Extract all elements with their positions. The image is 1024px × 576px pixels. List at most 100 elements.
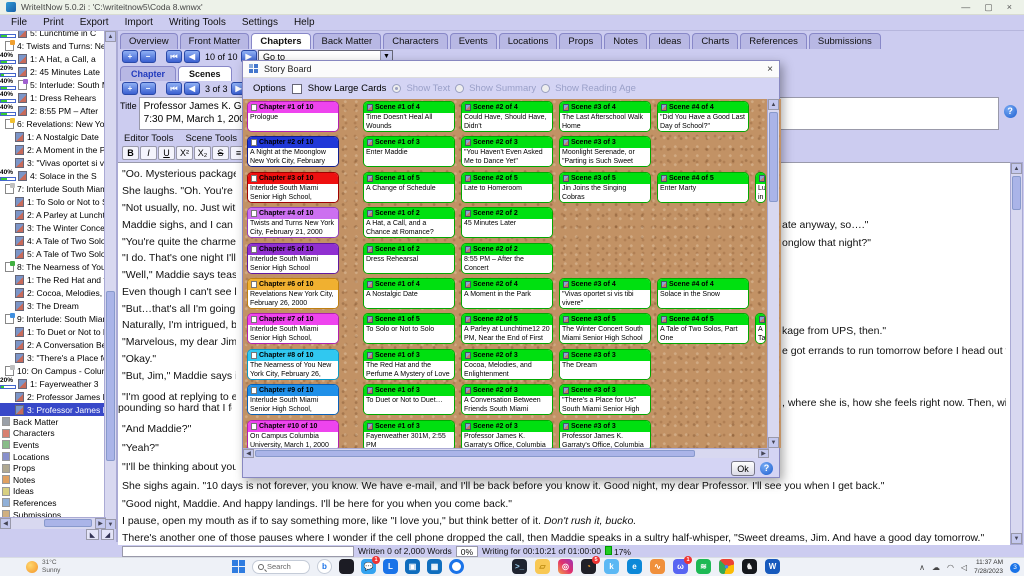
search-box[interactable]: Search <box>252 560 310 574</box>
tab-events[interactable]: Events <box>450 33 497 49</box>
dark-app-icon[interactable] <box>339 559 354 574</box>
editor-vertical-scrollbar[interactable]: ▲ ▼ <box>1010 162 1023 545</box>
scene-card-10-3[interactable]: Scene #3 of 3Professor James K. Garraty'… <box>559 420 651 448</box>
chapter-card-10[interactable]: Chapter #10 of 10On Campus Columbia Univ… <box>247 420 339 448</box>
minimize-button[interactable]: — <box>961 2 970 13</box>
chapter-card-1[interactable]: Chapter #1 of 10Prologue <box>247 101 339 132</box>
format-button-3[interactable]: X² <box>176 146 193 160</box>
radio-show-reading-age[interactable] <box>541 84 550 93</box>
subtab-chapter[interactable]: Chapter <box>120 66 176 81</box>
office-grid-icon[interactable]: ▦ <box>427 559 442 574</box>
chapter-card-6[interactable]: Chapter #6 of 10Revelations New York Cit… <box>247 278 339 309</box>
radio-show-summary[interactable] <box>455 84 464 93</box>
menu-writing-tools[interactable]: Writing Tools <box>162 16 233 29</box>
ok-button[interactable]: Ok <box>731 461 755 476</box>
help-icon[interactable]: ? <box>1004 105 1017 118</box>
menu-export[interactable]: Export <box>73 16 116 29</box>
sidebar-item-references[interactable]: References <box>0 497 106 509</box>
sidebar-item-props[interactable]: Props <box>0 462 106 474</box>
tree-item-2-cocoa-melodies-a[interactable]: 2: Cocoa, Melodies, a <box>0 286 106 299</box>
close-button[interactable]: × <box>1007 2 1012 13</box>
chapter-card-2[interactable]: Chapter #2 of 10A Night at the Moonglow … <box>247 136 339 167</box>
spotify-icon[interactable]: ≋ <box>696 559 711 574</box>
scene-card-1-1[interactable]: Scene #1 of 4Time Doesn't Heal All Wound… <box>363 101 455 132</box>
scene-card-6-3[interactable]: Scene #3 of 4"Vivas oportet si vis tibi … <box>559 278 651 309</box>
prev-chapter-button[interactable]: ◀ <box>184 50 200 63</box>
scene-card-7-3[interactable]: Scene #3 of 5The Winter Concert South Mi… <box>559 313 651 344</box>
chrome-icon[interactable]: ● <box>719 559 734 574</box>
scene-card-3-1[interactable]: Scene #1 of 5A Change of Schedule <box>363 172 455 203</box>
format-button-2[interactable]: U <box>158 146 175 160</box>
tree-item-6-revelations-new-york[interactable]: 6: Revelations: New York <box>0 117 106 130</box>
tree-item-3-the-winter-concer[interactable]: 3: The Winter Concer <box>0 221 106 234</box>
menu-print[interactable]: Print <box>36 16 71 29</box>
ring-app-icon[interactable] <box>449 559 464 574</box>
tree-item-10-on-campus-columb[interactable]: 10: On Campus - Columb <box>0 364 106 377</box>
collapse-panel-icon[interactable]: ◣ <box>86 529 99 540</box>
tree-item-1-dress-rehears[interactable]: 40%1: Dress Rehears <box>0 91 106 104</box>
tree-item-7-interlude-south-miami[interactable]: 7: Interlude South Miami <box>0 182 106 195</box>
scene-card-8-1[interactable]: Scene #1 of 3The Red Hat and the Perfume… <box>363 349 455 380</box>
format-button-5[interactable]: S <box>212 146 229 160</box>
editor-menu-editor-tools[interactable]: Editor Tools <box>124 133 173 144</box>
scroll-left-icon[interactable]: ◀ <box>0 518 11 529</box>
chapter-card-9[interactable]: Chapter #9 of 10Interlude South Miami Se… <box>247 384 339 415</box>
scene-card-3-2[interactable]: Scene #2 of 5Late to Homeroom <box>461 172 553 203</box>
menu-import[interactable]: Import <box>118 16 160 29</box>
tree-item-2-a-parley-at-lunchti[interactable]: 2: A Parley at Lunchti <box>0 208 106 221</box>
scene-card-6-4[interactable]: Scene #4 of 4Solace in the Snow <box>657 278 749 309</box>
add-chapter-button[interactable]: + <box>122 50 138 63</box>
tree-item-4-solace-in-the-s[interactable]: 40%4: Solace in the S <box>0 169 106 182</box>
start-button[interactable] <box>232 560 245 573</box>
chapter-card-8[interactable]: Chapter #8 of 10The Nearness of You New … <box>247 349 339 380</box>
scene-card-5-2[interactable]: Scene #2 of 28:55 PM – After the Concert <box>461 243 553 274</box>
scene-card-2-3[interactable]: Scene #3 of 3Moonlight Serenade, or "Par… <box>559 136 651 167</box>
l-app-icon[interactable]: L <box>383 559 398 574</box>
dialog-help-icon[interactable]: ? <box>760 462 773 475</box>
sidebar-item-characters[interactable]: Characters <box>0 428 106 440</box>
tree-item-4-twists-and-turns-new[interactable]: 4: Twists and Turns: New <box>0 39 106 52</box>
tab-props[interactable]: Props <box>559 33 602 49</box>
add-scene-button[interactable]: + <box>122 82 138 95</box>
scroll-left-icon[interactable]: ◀ <box>243 449 254 458</box>
tree-item-1-fayerweather-3[interactable]: 20%1: Fayerweather 3 <box>0 377 106 390</box>
first-scene-button[interactable]: ⏮ <box>166 82 182 95</box>
game-icon[interactable]: ♞ <box>742 559 757 574</box>
first-chapter-button[interactable]: ⏮ <box>166 50 182 63</box>
scene-card-7-1[interactable]: Scene #1 of 5To Solo or Not to Solo <box>363 313 455 344</box>
tree-item-8-the-nearness-of-you[interactable]: 8: The Nearness of You: <box>0 260 106 273</box>
tree-item-9-interlude-south-miami[interactable]: 9: Interlude: South Miami <box>0 312 106 325</box>
tab-chapters[interactable]: Chapters <box>251 33 310 49</box>
scene-card-2-2[interactable]: Scene #2 of 3"You Haven't Even Asked Me … <box>461 136 553 167</box>
tree-item-2-45-minutes-late[interactable]: 20%2: 45 Minutes Late <box>0 65 106 78</box>
menu-settings[interactable]: Settings <box>235 16 285 29</box>
tree-item-2-8-55-pm-after[interactable]: 40%2: 8:55 PM – After <box>0 104 106 117</box>
expand-panel-icon[interactable]: ◢ <box>101 529 114 540</box>
onedrive-cloud-icon[interactable]: ☁ <box>932 563 940 572</box>
tree-item-2-a-moment-in-the-pa[interactable]: 2: A Moment in the Pa <box>0 143 106 156</box>
timer-app-icon[interactable]: ◔5 <box>581 559 596 574</box>
tab-ideas[interactable]: Ideas <box>649 33 690 49</box>
tab-characters[interactable]: Characters <box>383 33 447 49</box>
tree-item-1-the-red-hat-and-th[interactable]: 1: The Red Hat and th <box>0 273 106 286</box>
tab-locations[interactable]: Locations <box>499 33 558 49</box>
scroll-right-icon[interactable]: ▶ <box>758 449 769 458</box>
scene-card-1-2[interactable]: Scene #2 of 4Could Have, Should Have, Di… <box>461 101 553 132</box>
subtab-scenes[interactable]: Scenes <box>178 66 232 81</box>
tree-item-3-professor-james-k[interactable]: 3: Professor James K. <box>0 403 106 416</box>
tab-front-matter[interactable]: Front Matter <box>180 33 250 49</box>
dialog-close-icon[interactable]: × <box>767 64 773 75</box>
scene-card-1-4[interactable]: Scene #4 of 4"Did You Have a Good Last D… <box>657 101 749 132</box>
format-button-4[interactable]: X₂ <box>194 146 211 160</box>
scene-card-8-3[interactable]: Scene #3 of 3The Dream <box>559 349 651 380</box>
menu-file[interactable]: File <box>4 16 34 29</box>
tree-item-3-there-s-a-place-for[interactable]: 3: "There's a Place for <box>0 351 106 364</box>
sidebar-horizontal-scrollbar[interactable]: ◀ ▶ <box>0 517 106 529</box>
sidebar-vertical-scrollbar[interactable]: ▲ ▼ <box>104 31 116 530</box>
scroll-down-icon[interactable]: ▼ <box>1011 533 1022 544</box>
tab-charts[interactable]: Charts <box>692 33 738 49</box>
tree-item-5-a-tale-of-two-solos[interactable]: 5: A Tale of Two Solos <box>0 247 106 260</box>
editor-menu-scene-tools[interactable]: Scene Tools <box>185 133 237 144</box>
sidebar-item-ideas[interactable]: Ideas <box>0 486 106 498</box>
dialog-horizontal-scrollbar[interactable]: ◀ ▶ <box>243 448 769 458</box>
